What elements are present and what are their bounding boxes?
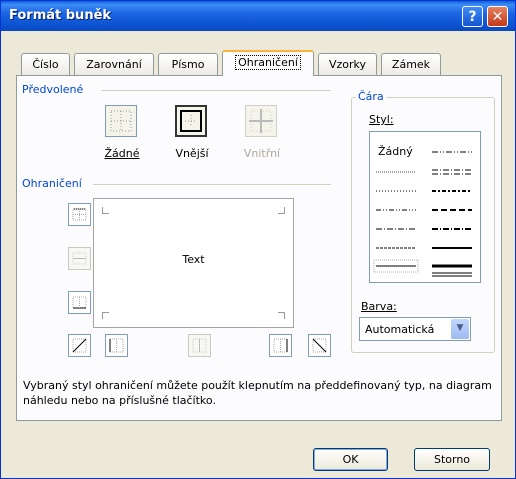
tab-protection[interactable]: Zámek: [381, 53, 441, 75]
presets-separator: [101, 90, 331, 91]
border-middle-vertical-icon: [192, 338, 207, 353]
title-bar[interactable]: Formát buněk ? ✕: [1, 1, 515, 31]
preset-none-icon: [110, 110, 132, 132]
border-bottom-button[interactable]: [68, 291, 91, 314]
border-top-icon: [72, 208, 87, 221]
preview-corner-mark: [278, 312, 285, 319]
ok-button[interactable]: OK: [313, 448, 388, 471]
border-middle-horizontal-button: [68, 247, 91, 270]
border-left-icon: [109, 338, 124, 353]
preview-text: Text: [182, 253, 205, 266]
line-style-swatches[interactable]: [370, 132, 480, 282]
preset-none-label: Žádné: [104, 147, 140, 160]
line-style-label: Styl:: [369, 113, 394, 126]
line-group-title: Čára: [356, 90, 386, 103]
close-button[interactable]: ✕: [487, 6, 508, 27]
tab-number[interactable]: Číslo: [21, 53, 70, 75]
preset-outline-button[interactable]: [175, 105, 207, 137]
preset-inside-label: Vnitřní: [243, 147, 281, 160]
tab-border[interactable]: Ohraničení: [222, 50, 314, 76]
border-separator: [93, 184, 331, 185]
line-color-select[interactable]: Automatická ▼: [359, 317, 471, 341]
preset-none-button[interactable]: [105, 105, 137, 137]
description-text: Vybraný styl ohraničení můžete použít kl…: [23, 379, 492, 407]
border-right-button[interactable]: [269, 334, 292, 357]
line-color-label: Barva:: [361, 300, 397, 313]
border-bottom-icon: [72, 296, 87, 309]
border-preview[interactable]: Text: [93, 198, 294, 328]
preview-corner-mark: [102, 207, 109, 214]
line-color-value: Automatická: [365, 323, 435, 336]
format-cells-dialog: Formát buněk ? ✕ Číslo Zarovnání Písmo O…: [0, 0, 516, 479]
preset-inside-button: [245, 105, 277, 137]
cancel-button[interactable]: Storno: [414, 448, 490, 471]
line-style-list[interactable]: Žádný: [369, 131, 481, 283]
border-left-button[interactable]: [105, 334, 128, 357]
border-middle-horizontal-icon: [72, 252, 87, 265]
preset-outline-icon: [180, 110, 202, 132]
help-button[interactable]: ?: [462, 6, 483, 27]
border-diagonal-down-button[interactable]: [308, 334, 331, 357]
presets-group-title: Předvolené: [20, 83, 86, 96]
preview-corner-mark: [278, 207, 285, 214]
window-title: Formát buněk: [9, 8, 112, 23]
preview-corner-mark: [102, 312, 109, 319]
tab-font[interactable]: Písmo: [158, 53, 218, 75]
border-right-icon: [273, 338, 288, 353]
border-group-title: Ohraničení: [20, 177, 84, 190]
border-diagonal-up-button[interactable]: [68, 334, 91, 357]
border-diagonal-down-icon: [312, 338, 327, 353]
preset-inside-icon: [249, 109, 273, 133]
preset-outline-label: Vnější: [175, 147, 209, 160]
border-top-button[interactable]: [68, 203, 91, 226]
tab-patterns[interactable]: Vzorky: [318, 53, 377, 75]
border-middle-vertical-button: [188, 334, 211, 357]
tab-alignment[interactable]: Zarovnání: [74, 53, 154, 75]
chevron-down-icon[interactable]: ▼: [451, 319, 469, 339]
tab-border-label: Ohraničení: [235, 55, 301, 70]
border-diagonal-up-icon: [72, 338, 87, 353]
